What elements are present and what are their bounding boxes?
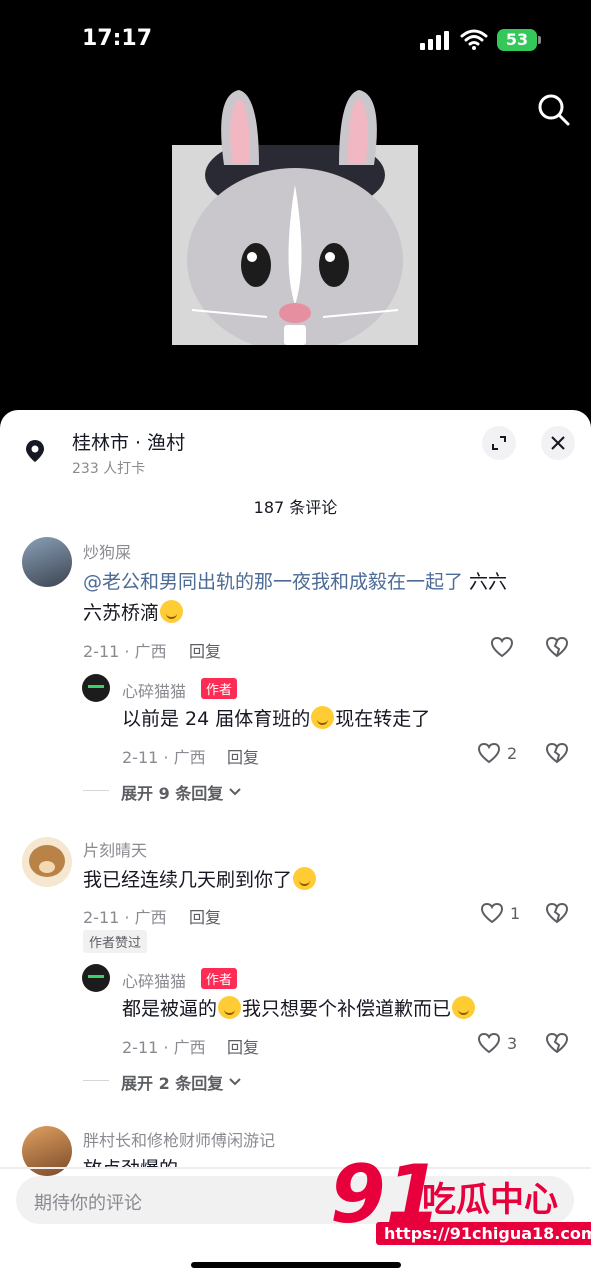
comment-text: 我已经连续几天刷到你了 — [83, 865, 563, 896]
battery-tip — [538, 36, 541, 44]
avatar[interactable] — [22, 837, 72, 887]
dislike-broken-heart-icon[interactable] — [545, 1032, 569, 1054]
like-button[interactable]: 2 — [477, 742, 517, 764]
search-icon[interactable] — [534, 90, 574, 130]
avatar[interactable] — [82, 674, 110, 702]
wifi-icon — [460, 29, 488, 50]
like-heart-icon — [480, 902, 504, 924]
like-heart-icon — [477, 1032, 501, 1054]
reply-text-part: 现在转走了 — [335, 708, 431, 730]
reply-text: 以前是 24 届体育班的 现在转走了 — [122, 704, 572, 735]
close-icon — [551, 436, 565, 450]
dislike-broken-heart-icon[interactable] — [545, 742, 569, 764]
reply-text-part: 我只想要个补偿道歉而已 — [242, 998, 452, 1020]
close-button[interactable] — [541, 426, 575, 460]
comment-text-part: 六苏桥滴 — [83, 602, 160, 624]
comment-text-part: 我已经连续几天刷到你了 — [83, 869, 293, 891]
like-count: 1 — [510, 903, 521, 923]
chevron-down-icon — [229, 1078, 241, 1086]
reply-button[interactable]: 回复 — [189, 638, 221, 662]
comment-meta: 2-11 · 广西 — [83, 642, 167, 661]
comment-text-part: 六六 — [463, 571, 508, 593]
reply-button[interactable]: 回复 — [227, 1034, 259, 1058]
divider — [83, 1080, 109, 1081]
crying-emoji-icon — [452, 996, 476, 1019]
reply-button[interactable]: 回复 — [227, 744, 259, 768]
reply-text: 都是被逼的 我只想要个补偿道歉而已 — [122, 994, 572, 1025]
expand-icon — [492, 436, 506, 450]
video-thumbnail[interactable] — [172, 135, 418, 352]
like-heart-icon — [477, 742, 501, 764]
comment-username[interactable]: 炒狗屎 — [83, 539, 131, 563]
watermark-logo: 91 吃瓜中心 https://91chigua18.com — [330, 1150, 591, 1260]
bunny-face-image — [172, 135, 418, 352]
like-count: 2 — [507, 743, 518, 763]
battery-indicator: 53 — [497, 29, 537, 51]
status-time: 17:17 — [82, 26, 153, 51]
like-button[interactable]: 3 — [477, 1032, 517, 1054]
reply-username[interactable]: 心碎猫猫 — [122, 678, 186, 702]
avatar[interactable] — [22, 537, 72, 587]
pleading-emoji-icon — [311, 706, 335, 729]
like-count: 3 — [507, 1033, 518, 1053]
expand-sheet-button[interactable] — [482, 426, 516, 460]
comment-meta: 2-11 · 广西 — [83, 908, 167, 927]
bunny-ears — [221, 90, 377, 165]
pleading-emoji-icon — [218, 996, 242, 1019]
reply-text-part: 以前是 24 届体育班的 — [122, 708, 311, 730]
like-button[interactable]: 1 — [480, 902, 520, 924]
location-subtitle: 233 人打卡 — [72, 461, 146, 477]
status-bar: 17:17 53 — [0, 0, 591, 80]
chevron-down-icon — [229, 788, 241, 796]
reply-text-part: 都是被逼的 — [122, 998, 218, 1020]
comment-username[interactable]: 胖村长和修枪财师傅闲游记 — [83, 1127, 275, 1151]
watermark-url: https://91chigua18.com — [376, 1222, 591, 1245]
dislike-broken-heart-icon[interactable] — [545, 902, 569, 924]
like-heart-icon[interactable] — [490, 636, 514, 658]
watermark-text: 吃瓜中心 — [422, 1180, 558, 1220]
home-indicator[interactable] — [191, 1262, 401, 1268]
grin-emoji-icon — [160, 600, 184, 623]
author-tag: 作者 — [201, 678, 238, 699]
comment-input-placeholder: 期待你的评论 — [34, 1193, 142, 1214]
comment-mention[interactable]: @老公和男同出轨的那一夜我和成毅在一起了 — [83, 571, 463, 593]
expand-replies-button[interactable]: 展开 2 条回复 — [121, 1070, 241, 1094]
author-liked-badge: 作者赞过 — [83, 930, 148, 953]
reply-username[interactable]: 心碎猫猫 — [122, 968, 186, 992]
cellular-signal-icon — [420, 31, 449, 50]
location-pin-icon — [26, 440, 44, 462]
comments-count: 187 条评论 — [253, 498, 338, 517]
expand-replies-label: 展开 9 条回复 — [121, 784, 224, 803]
tongue-emoji-icon — [293, 867, 317, 890]
reply-button[interactable]: 回复 — [189, 904, 221, 928]
comment-username[interactable]: 片刻晴天 — [83, 837, 147, 861]
comment-text: @老公和男同出轨的那一夜我和成毅在一起了 六六 六苏桥滴 — [83, 567, 563, 629]
reply-meta: 2-11 · 广西 — [122, 1038, 206, 1057]
location-title[interactable]: 桂林市 · 渔村 — [72, 428, 185, 455]
reply-meta: 2-11 · 广西 — [122, 748, 206, 767]
expand-replies-button[interactable]: 展开 9 条回复 — [121, 780, 241, 804]
dislike-broken-heart-icon[interactable] — [545, 636, 569, 658]
avatar[interactable] — [82, 964, 110, 992]
author-tag: 作者 — [201, 968, 238, 989]
expand-replies-label: 展开 2 条回复 — [121, 1074, 224, 1093]
divider — [83, 790, 109, 791]
